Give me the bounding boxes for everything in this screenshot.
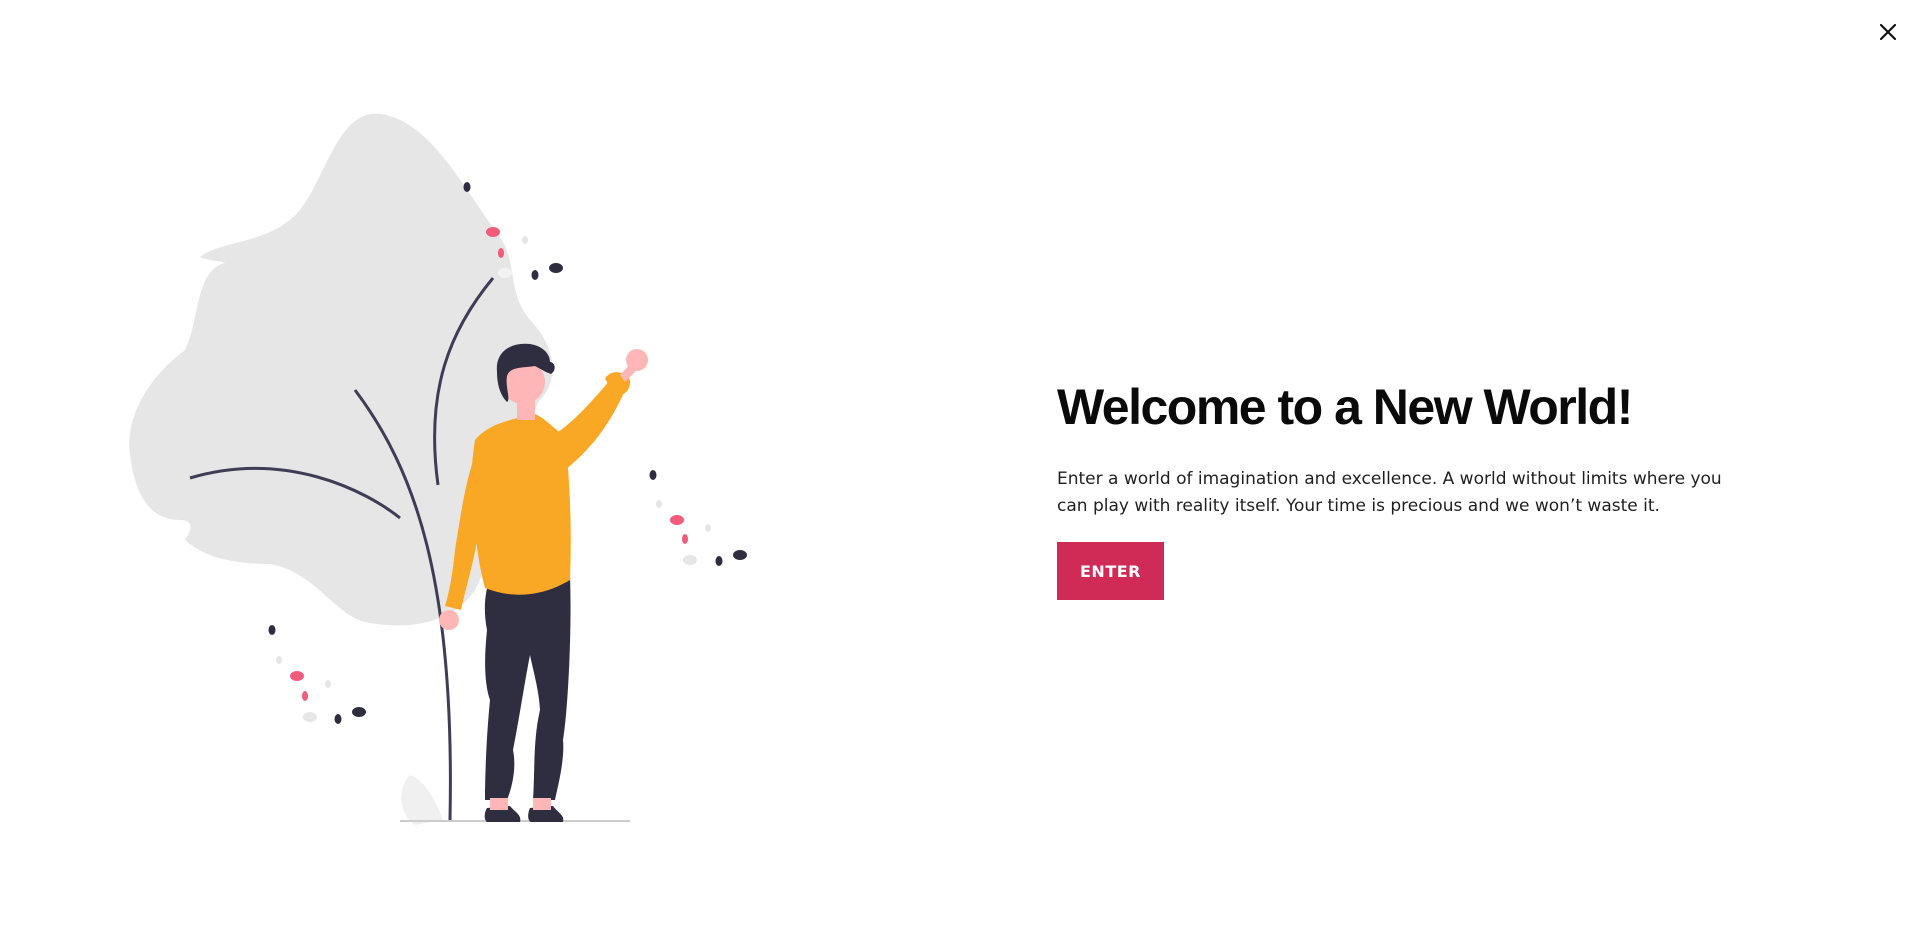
confetti-dot [463, 182, 471, 192]
welcome-title: Welcome to a New World! [1057, 379, 1633, 435]
confetti-dot [486, 227, 500, 237]
confetti-dot [498, 248, 504, 258]
confetti-dot [705, 524, 711, 532]
confetti-dot [549, 263, 563, 273]
person-hand-lower [439, 610, 459, 630]
confetti-dot [670, 515, 684, 525]
confetti-dot [276, 656, 282, 664]
confetti-dot [649, 470, 657, 480]
welcome-popup: Welcome to a New World! Enter a world of… [0, 0, 1920, 935]
enter-button[interactable]: ENTER [1057, 542, 1164, 600]
confetti-dot [656, 500, 662, 508]
confetti-dot [352, 707, 366, 717]
confetti-dot [334, 714, 342, 724]
confetti-dot [290, 671, 304, 681]
small-leaf-shape [401, 775, 443, 825]
confetti-dot [498, 268, 512, 278]
confetti-dot [522, 236, 528, 244]
confetti-dot [302, 691, 308, 701]
confetti-dot [531, 270, 539, 280]
welcome-description: Enter a world of imagination and excelle… [1057, 469, 1722, 516]
confetti-dot [325, 680, 331, 688]
person-shirt [471, 414, 571, 595]
confetti-dot [683, 555, 697, 565]
confetti-dot [715, 556, 723, 566]
confetti-dot [268, 625, 276, 635]
person-legs [484, 576, 571, 800]
confetti-dot [303, 712, 317, 722]
confetti-dot [682, 534, 688, 544]
person-waving-illustration [129, 113, 747, 825]
welcome-content: Welcome to a New World! Enter a world of… [1057, 380, 1757, 600]
close-icon [1879, 23, 1897, 41]
close-button[interactable] [1872, 16, 1904, 48]
confetti-dot [733, 550, 747, 560]
